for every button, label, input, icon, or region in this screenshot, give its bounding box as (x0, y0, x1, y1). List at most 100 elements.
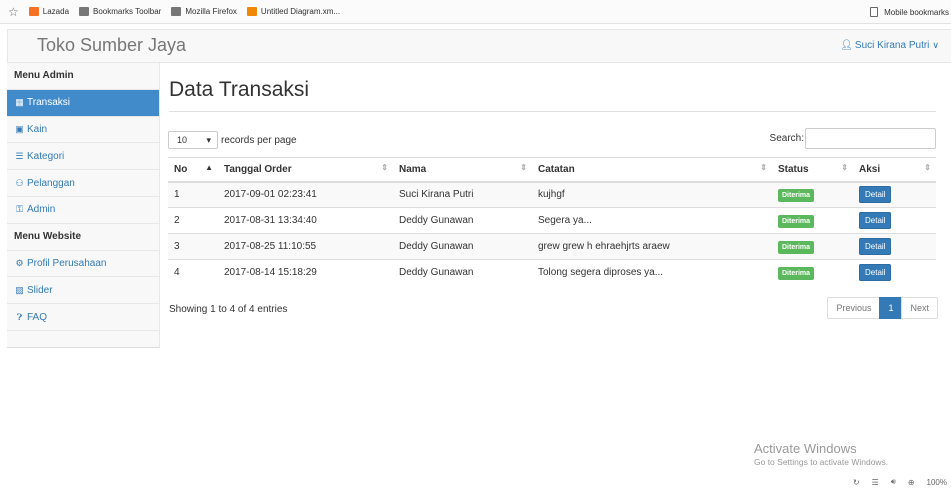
bookmark-label: Bookmarks Toolbar (93, 7, 162, 16)
cell-catatan: kujhgf (532, 181, 772, 208)
cell-aksi: Detail (853, 233, 936, 260)
cell-tanggal: 2017-08-14 15:18:29 (218, 259, 393, 286)
sidebar-header-label: Menu Admin (14, 70, 74, 82)
sidebar: Menu Admin ▦ Transaksi ▣ Kain ☰ Kategori… (7, 63, 160, 348)
activate-windows-watermark: Activate Windows Go to Settings to activ… (754, 441, 888, 467)
search-label: Search: (769, 133, 804, 144)
column-header-nama[interactable]: Nama ⇕ (393, 157, 532, 183)
sidebar-item-pelanggan[interactable]: ⚇ Pelanggan (7, 170, 159, 197)
sidebar-item-slider[interactable]: ▨ Slider (7, 277, 159, 305)
pagination-next[interactable]: Next (901, 297, 938, 319)
sidebar-item-faq[interactable]: ❓︎ FAQ (7, 304, 159, 331)
sidebar-header-label: Menu Website (14, 231, 82, 243)
table-info: Showing 1 to 4 of 4 entries (169, 304, 288, 315)
sort-icon: ⇕ (924, 163, 931, 172)
list-icon: ☰ (15, 150, 24, 161)
cell-aksi: Detail (853, 181, 936, 208)
cell-aksi: Detail (853, 259, 936, 286)
column-label: No (174, 163, 188, 175)
cell-tanggal: 2017-09-01 02:23:41 (218, 181, 393, 208)
column-label: Aksi (859, 163, 881, 175)
sidebar-item-label: Profil Perusahaan (27, 257, 107, 269)
records-per-page-select[interactable]: 10 ▾ (168, 131, 218, 149)
column-header-no[interactable]: No ▲ (168, 157, 218, 183)
column-header-catatan[interactable]: Catatan ⇕ (532, 157, 772, 183)
cell-no: 2 (168, 207, 218, 234)
cogs-icon: ⚙ (15, 257, 24, 268)
user-icon: 👤︎ (840, 40, 853, 51)
detail-button[interactable]: Detail (859, 186, 892, 204)
records-per-page-label: records per page (221, 134, 297, 146)
cell-status: Diterima (772, 207, 853, 234)
bookmark-label: Mozilla Firefox (185, 7, 237, 16)
chevron-down-icon: ∨ (932, 40, 939, 50)
column-header-tanggal-order[interactable]: Tanggal Order ⇕ (218, 157, 393, 183)
bookmark-bookmarks-toolbar[interactable]: Bookmarks Toolbar (79, 7, 161, 16)
users-icon: ⚇ (15, 177, 24, 188)
status-badge: Diterima (778, 267, 815, 281)
sidebar-item-profil-perusahaan[interactable]: ⚙ Profil Perusahaan (7, 251, 159, 278)
grid-icon: ▣ (15, 123, 24, 134)
mobile-bookmarks-label: Mobile bookmarks (884, 7, 949, 17)
drawio-icon (246, 7, 257, 16)
table-row: 2 2017-08-31 13:34:40 Deddy Gunawan Sege… (168, 207, 936, 234)
key-icon: ⚿ (16, 204, 23, 215)
table-row: 4 2017-08-14 15:18:29 Deddy Gunawan Tolo… (168, 259, 936, 286)
sidebar-item-kategori[interactable]: ☰ Kategori (7, 143, 159, 171)
column-label: Status (778, 163, 809, 175)
search-input[interactable] (805, 128, 936, 149)
speaker-icon[interactable]: 🔊︎ (891, 477, 896, 487)
chart-icon: ▦ (15, 97, 24, 108)
pagination-page-1[interactable]: 1 (879, 297, 903, 319)
cell-tanggal: 2017-08-25 11:10:55 (218, 233, 393, 260)
sidebar-item-admin[interactable]: ⚿ Admin (7, 197, 159, 224)
lazada-icon (28, 7, 39, 16)
bookmark-mozilla-firefox[interactable]: Mozilla Firefox (171, 7, 237, 16)
cell-aksi: Detail (853, 207, 936, 234)
sidebar-item-label: Admin (27, 204, 56, 216)
column-header-status[interactable]: Status ⇕ (772, 157, 853, 183)
status-badge: Diterima (778, 215, 815, 228)
detail-button[interactable]: Detail (859, 238, 892, 255)
chevron-down-icon: ▾ (206, 134, 211, 145)
cell-nama: Deddy Gunawan (393, 207, 532, 234)
bookmarks-toolbar: ☆ Lazada Bookmarks Toolbar Mozilla Firef… (0, 0, 951, 24)
zoom-level[interactable]: 100% (927, 478, 947, 487)
sidebar-item-kain[interactable]: ▣ Kain (7, 117, 159, 144)
cell-status: Diterima (772, 181, 853, 208)
user-menu[interactable]: 👤︎ Suci Kirana Putri ∨ (840, 40, 939, 51)
bookmark-lazada[interactable]: Lazada (28, 7, 69, 16)
sort-icon: ⇕ (760, 163, 767, 172)
table-row: 3 2017-08-25 11:10:55 Deddy Gunawan grew… (168, 233, 936, 260)
detail-button[interactable]: Detail (859, 264, 892, 282)
sidebar-item-label: FAQ (27, 311, 48, 323)
column-label: Catatan (538, 163, 575, 175)
sidebar-item-label: Kain (27, 123, 48, 135)
column-header-aksi[interactable]: Aksi ⇕ (853, 157, 936, 183)
sort-icon: ⇕ (381, 163, 388, 172)
bookmark-untitled-diagram[interactable]: Untitled Diagram.xm... (246, 7, 341, 16)
watermark-title: Activate Windows (754, 441, 857, 456)
sidebar-item-label: Transaksi (27, 97, 70, 109)
detail-button[interactable]: Detail (859, 212, 892, 229)
cell-nama: Suci Kirana Putri (393, 181, 532, 208)
sidebar-item-label: Slider (27, 284, 53, 296)
star-icon[interactable]: ☆ (8, 5, 19, 19)
cell-catatan: grew grew h ehraehjrts araew (532, 233, 772, 260)
tracking-icon[interactable]: ↻ (853, 478, 860, 487)
browser-status-bar: ↻ ☰ 🔊︎ ⊕ 100% (0, 474, 951, 490)
cell-no: 1 (168, 181, 218, 208)
folder-icon (79, 7, 90, 16)
cell-nama: Deddy Gunawan (393, 259, 532, 286)
pagination: Previous 1 Next (827, 297, 938, 319)
sort-icon: ⇕ (841, 163, 848, 172)
cell-no: 4 (168, 259, 218, 286)
mobile-bookmarks[interactable]: Mobile bookmarks (870, 0, 949, 24)
pagination-previous[interactable]: Previous (827, 297, 881, 319)
zoom-icon[interactable]: ⊕ (908, 478, 915, 487)
bookmark-label: Untitled Diagram.xm... (260, 7, 341, 16)
brand-title[interactable]: Toko Sumber Jaya (37, 35, 186, 56)
reader-icon[interactable]: ☰ (872, 478, 879, 487)
table-row: 1 2017-09-01 02:23:41 Suci Kirana Putri … (168, 181, 936, 208)
sidebar-item-transaksi[interactable]: ▦ Transaksi (7, 89, 159, 117)
